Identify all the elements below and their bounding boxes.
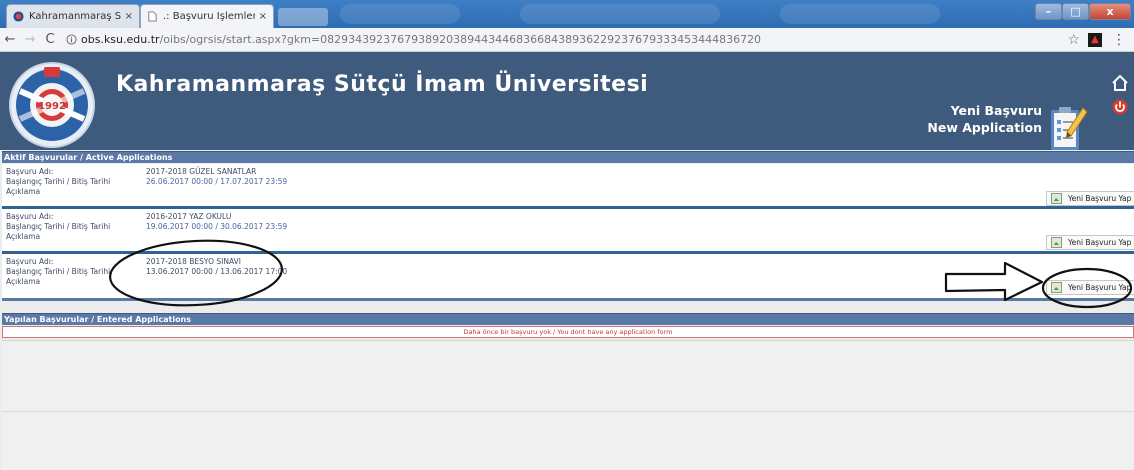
add-document-icon (1051, 237, 1062, 248)
application-name: 2017-2018 GÜZEL SANATLAR (146, 167, 257, 176)
browser-tab-strip: Kahramanmaraş Sütçü İ × .: Başvuru İşlem… (0, 0, 1134, 28)
application-name-label: Başvuru Adı: (6, 167, 54, 176)
favicon-icon (13, 11, 24, 22)
home-icon[interactable] (1111, 74, 1129, 92)
university-title: Kahramanmaraş Sütçü İmam Üniversitesi (116, 72, 649, 97)
reload-button[interactable]: C (40, 32, 60, 47)
application-dates-label: Başlangıç Tarihi / Bitiş Tarihi (6, 222, 111, 231)
active-applications-header: Aktif Başvurular / Active Applications (2, 151, 1134, 163)
logout-power-icon[interactable] (1112, 99, 1128, 115)
new-application-button[interactable]: Yeni Başvuru Yap (1046, 235, 1134, 250)
maximize-button[interactable]: □ (1062, 3, 1089, 20)
new-application-button[interactable]: Yeni Başvuru Yap (1046, 191, 1134, 206)
application-dates: 19.06.2017 00:00 / 30.06.2017 23:59 (146, 222, 288, 231)
university-seal-logo: 1992 (9, 62, 95, 148)
add-document-icon (1051, 193, 1062, 204)
application-card: Başvuru Adı: Başlangıç Tarihi / Bitiş Ta… (2, 254, 1134, 301)
divider (2, 411, 1134, 412)
application-dates: 13.06.2017 00:00 / 13.06.2017 17:00 (146, 267, 288, 276)
url-host: obs.ksu.edu.tr (81, 33, 160, 46)
new-application-button[interactable]: Yeni Başvuru Yap (1046, 280, 1134, 295)
empty-content-area (2, 340, 1134, 470)
browser-menu-icon[interactable]: ⋮ (1112, 32, 1126, 48)
new-application-button-label: Yeni Başvuru Yap (1068, 238, 1132, 247)
application-card: Başvuru Adı: Başlangıç Tarihi / Bitiş Ta… (2, 164, 1134, 209)
new-tab-button[interactable] (278, 8, 328, 26)
forward-button[interactable]: → (20, 32, 40, 47)
no-applications-message: Daha önce bir başvuru yok / You dont hav… (2, 326, 1134, 338)
new-application-en: New Application (927, 120, 1042, 135)
application-name: 2017-2018 BESYO SINAVI (146, 257, 241, 266)
application-card: Başvuru Adı: Başlangıç Tarihi / Bitiş Ta… (2, 209, 1134, 254)
close-tab-icon[interactable]: × (259, 11, 267, 22)
minimize-button[interactable]: – (1035, 3, 1062, 20)
address-bar[interactable]: obs.ksu.edu.tr/oibs/ogrsis/start.aspx?gk… (66, 33, 1067, 46)
tab-title: Kahramanmaraş Sütçü İ (29, 11, 121, 22)
add-document-icon (1051, 282, 1062, 293)
application-form-icon[interactable] (1045, 102, 1089, 156)
info-icon[interactable] (66, 34, 77, 45)
url-path: /oibs/ogrsis/start.aspx?gkm=082934392376… (159, 33, 762, 46)
titlebar-decoration (520, 4, 720, 24)
page-header: 1992 Kahramanmaraş Sütçü İmam Üniversite… (0, 52, 1134, 150)
application-name: 2016-2017 YAZ OKULU (146, 212, 232, 221)
application-description-label: Açıklama (6, 277, 41, 286)
new-application-button-label: Yeni Başvuru Yap (1068, 194, 1132, 203)
logo-year: 1992 (38, 101, 66, 112)
card-divider (2, 298, 1134, 301)
titlebar-decoration (340, 4, 460, 24)
new-application-link[interactable]: Yeni Başvuru New Application (927, 102, 1042, 136)
application-dates-label: Başlangıç Tarihi / Bitiş Tarihi (6, 177, 111, 186)
bookmark-star-icon[interactable]: ☆ (1067, 32, 1080, 48)
browser-tab-1[interactable]: Kahramanmaraş Sütçü İ × (6, 4, 140, 28)
browser-toolbar: ← → C obs.ksu.edu.tr/oibs/ogrsis/start.a… (0, 28, 1134, 52)
new-application-tr: Yeni Başvuru (950, 103, 1042, 118)
application-dates-label: Başlangıç Tarihi / Bitiş Tarihi (6, 267, 111, 276)
application-description-label: Açıklama (6, 187, 41, 196)
tab-title: .: Başvuru İşlemleri :. (163, 11, 255, 22)
new-application-button-label: Yeni Başvuru Yap (1068, 283, 1132, 292)
document-icon (148, 11, 157, 22)
application-name-label: Başvuru Adı: (6, 257, 54, 266)
browser-tab-2[interactable]: .: Başvuru İşlemleri :. × (140, 4, 274, 28)
application-name-label: Başvuru Adı: (6, 212, 54, 221)
application-description-label: Açıklama (6, 232, 41, 241)
close-window-button[interactable]: x (1089, 3, 1131, 20)
back-button[interactable]: ← (0, 32, 20, 47)
application-dates: 26.06.2017 00:00 / 17.07.2017 23:59 (146, 177, 288, 186)
titlebar-decoration (780, 4, 940, 24)
entered-applications-header: Yapılan Başvurular / Entered Application… (2, 313, 1134, 325)
pdf-extension-icon[interactable]: ▲ (1088, 32, 1102, 47)
close-tab-icon[interactable]: × (125, 11, 133, 22)
